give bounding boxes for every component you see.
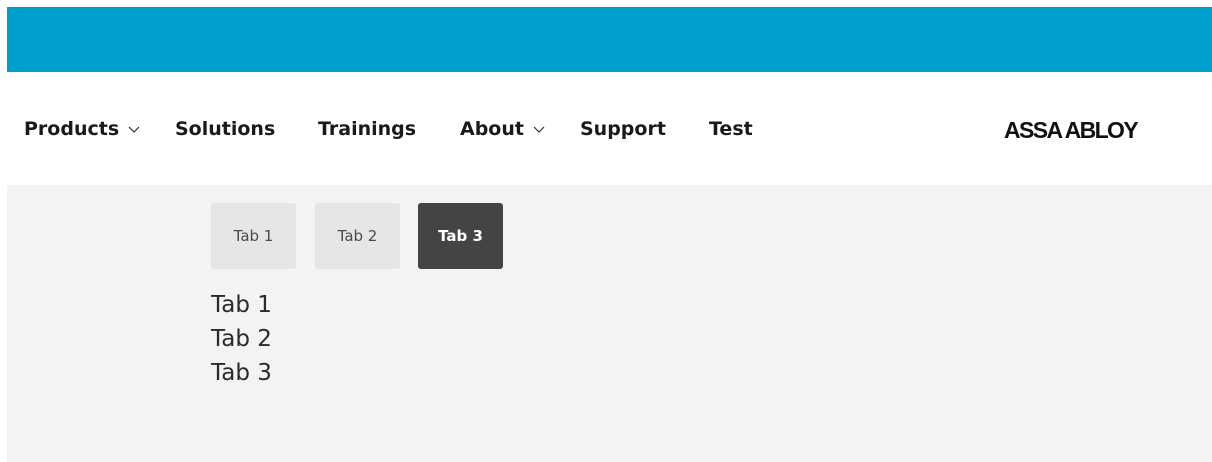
nav-item-test[interactable]: Test [709, 115, 753, 143]
nav-item-label: About [460, 118, 524, 140]
nav-item-products[interactable]: Products [24, 115, 140, 143]
tab-panel-list: Tab 1 Tab 2 Tab 3 [211, 288, 272, 390]
nav-item-label: Test [709, 118, 753, 140]
page-frame: Products Solutions Trainings About Suppo… [7, 7, 1212, 462]
tab-panel-text: Tab 1 [211, 292, 272, 318]
brand-logo[interactable]: ASSA ABLOY [1004, 117, 1139, 144]
tab-panel-text: Tab 3 [211, 360, 272, 386]
nav-item-label: Support [580, 118, 666, 140]
tab-panel-text: Tab 2 [211, 326, 272, 352]
nav-item-support[interactable]: Support [580, 115, 666, 143]
nav-item-label: Trainings [318, 118, 417, 140]
tab-3[interactable]: Tab 3 [418, 203, 503, 269]
main-navigation: Products Solutions Trainings About Suppo… [7, 72, 1212, 185]
tab-2[interactable]: Tab 2 [315, 203, 400, 269]
tab-1[interactable]: Tab 1 [211, 203, 296, 269]
chevron-down-icon [128, 126, 140, 133]
nav-item-trainings[interactable]: Trainings [318, 115, 416, 143]
nav-item-label: Products [24, 118, 120, 140]
tabs-section: Tab 1 Tab 2 Tab 3 Tab 1 Tab 2 Tab 3 [7, 185, 1212, 462]
nav-item-label: Solutions [175, 118, 276, 140]
nav-item-solutions[interactable]: Solutions [175, 115, 275, 143]
chevron-down-icon [533, 126, 545, 133]
top-banner [7, 7, 1212, 72]
nav-item-about[interactable]: About [460, 115, 545, 143]
